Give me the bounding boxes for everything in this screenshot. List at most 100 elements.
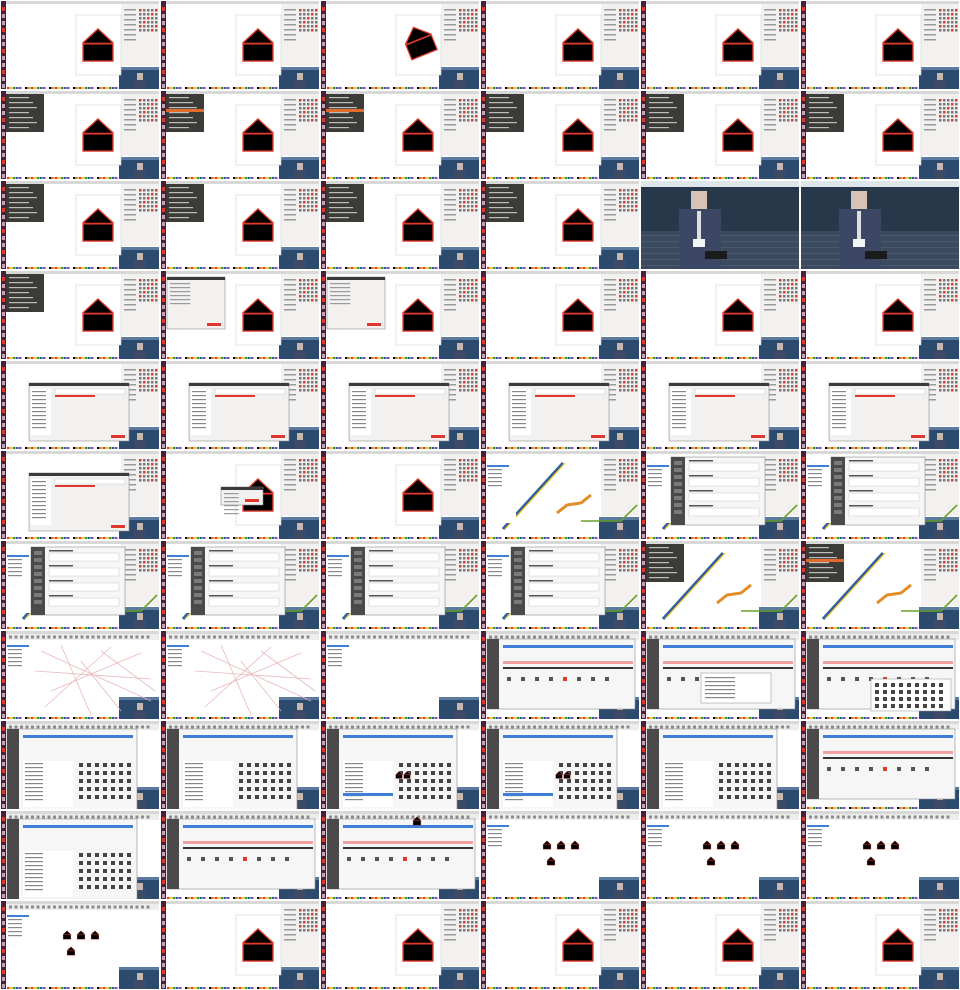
launcher-icon xyxy=(2,264,5,268)
dock-icon xyxy=(467,107,470,110)
thumbnail-frame xyxy=(480,360,640,450)
dock-icon xyxy=(947,103,950,106)
speaker-head xyxy=(937,613,943,620)
menu-item xyxy=(329,127,349,129)
dock-icon xyxy=(939,299,942,302)
dock-icon xyxy=(475,283,478,286)
dock-icon xyxy=(795,115,798,118)
launcher-icon xyxy=(322,582,325,586)
dock-icon xyxy=(631,291,634,294)
dock-icon xyxy=(947,459,950,462)
dock-icon xyxy=(463,463,466,466)
toolbar-icon xyxy=(737,635,740,639)
dialog-list-item xyxy=(672,411,686,413)
dock-icon xyxy=(635,471,638,474)
menu-item xyxy=(9,202,29,204)
dock-icon xyxy=(143,13,146,16)
dock-label xyxy=(124,24,136,26)
toolbar-icon xyxy=(174,635,178,639)
dock-icon xyxy=(151,549,154,552)
launcher-icon xyxy=(802,693,805,697)
dock-icon xyxy=(307,291,310,294)
dock-icon xyxy=(299,389,302,392)
toolbar-icon xyxy=(770,635,773,639)
settings-sidebar-icon xyxy=(514,551,522,555)
dialog-list-item xyxy=(192,427,206,429)
dock-label xyxy=(604,119,616,121)
launcher-icon xyxy=(162,70,165,74)
speaker-head xyxy=(137,523,143,530)
dialog-row xyxy=(330,283,351,285)
launcher-icon xyxy=(322,70,325,74)
dock-icon xyxy=(311,29,314,32)
menu-highlight xyxy=(166,109,204,112)
launcher-icon xyxy=(642,506,645,510)
launcher-icon xyxy=(322,208,325,212)
dock-icon xyxy=(143,209,146,212)
video-wall xyxy=(439,517,479,520)
dock-label xyxy=(444,219,456,221)
dock-icon xyxy=(463,9,466,12)
menu-item xyxy=(9,187,29,189)
menu-item xyxy=(649,102,673,104)
dock-icon xyxy=(307,193,310,196)
launcher-icon xyxy=(642,42,645,46)
launcher-icon xyxy=(162,222,165,226)
dialog-selected-row xyxy=(375,395,415,397)
dock-icon xyxy=(791,369,794,372)
launcher-icon xyxy=(2,63,5,67)
launcher-icon xyxy=(482,388,485,392)
dock-icon xyxy=(787,283,790,286)
dock-label xyxy=(764,284,776,286)
launcher-icon xyxy=(802,527,805,531)
launcher-icon xyxy=(322,554,325,558)
launcher-icon xyxy=(802,21,805,25)
speaker-body xyxy=(134,80,146,89)
dock-icon xyxy=(459,377,462,380)
dock-icon xyxy=(471,549,474,552)
launcher-icon xyxy=(162,374,165,378)
launcher-icon xyxy=(482,700,485,704)
thumbnail-frame xyxy=(160,630,320,720)
dialog-row xyxy=(224,501,239,503)
dock-icon xyxy=(471,459,474,462)
dock-icon xyxy=(475,475,478,478)
dock-icon xyxy=(619,373,622,376)
launcher-icon xyxy=(162,194,165,198)
dialog-search xyxy=(214,388,286,395)
dock-icon xyxy=(139,287,142,290)
launcher-icon xyxy=(322,430,325,434)
dock-icon xyxy=(631,115,634,118)
dock-icon xyxy=(307,389,310,392)
dock-label xyxy=(924,369,936,371)
launcher-icon xyxy=(2,42,5,46)
dock-label xyxy=(924,299,936,301)
launcher-icon xyxy=(642,21,645,25)
dock-label xyxy=(924,39,936,41)
dock-icon xyxy=(299,381,302,384)
dialog-list-item xyxy=(32,419,46,421)
dock-icon xyxy=(311,459,314,462)
dock-label xyxy=(604,34,616,36)
symbol-preview xyxy=(521,677,525,681)
settings-field xyxy=(848,477,920,487)
dock-icon xyxy=(311,21,314,24)
dock-icon xyxy=(459,115,462,118)
dock-label xyxy=(444,279,456,281)
menu-item xyxy=(809,577,829,579)
settings-sidebar-icon xyxy=(674,482,682,486)
thumbnail-frame xyxy=(320,450,480,540)
layer-selected xyxy=(487,465,509,467)
dock-icon xyxy=(955,471,958,474)
dock-icon xyxy=(299,17,302,20)
toolbar-icon xyxy=(660,635,663,639)
dock-label xyxy=(444,474,456,476)
launcher-icon xyxy=(802,437,805,441)
launcher-icon xyxy=(482,132,485,136)
dock-icon xyxy=(459,459,462,462)
launcher-icon xyxy=(802,340,805,344)
dock-icon xyxy=(143,107,146,110)
menubar xyxy=(321,631,479,634)
launcher-icon xyxy=(322,49,325,53)
dock-icon xyxy=(619,21,622,24)
